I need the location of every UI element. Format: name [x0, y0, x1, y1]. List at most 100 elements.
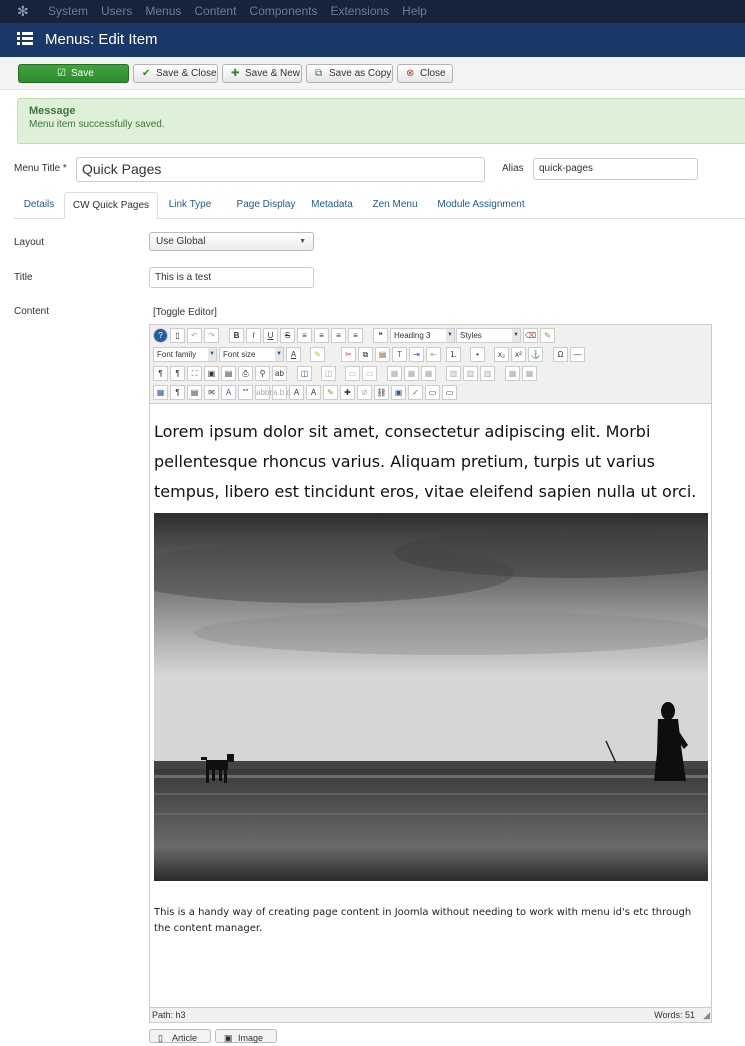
spellcheck-icon[interactable]: A: [221, 385, 236, 400]
spell-check-icon[interactable]: ✓: [408, 385, 423, 400]
close-button[interactable]: ⊗ Close: [397, 64, 453, 83]
toggle-editor-link[interactable]: [Toggle Editor]: [153, 307, 217, 318]
italic-icon[interactable]: I: [246, 328, 261, 343]
move-backward-icon[interactable]: ▭: [362, 366, 377, 381]
cleanup-broom-icon[interactable]: ✎: [540, 328, 555, 343]
table-row-before-icon[interactable]: ▦: [387, 366, 402, 381]
title-input[interactable]: This is a test: [149, 267, 314, 288]
editor-body-paragraph[interactable]: This is a handy way of creating page con…: [154, 905, 706, 937]
highlight-color-icon[interactable]: ✎: [310, 347, 325, 362]
align-center-icon[interactable]: ≡: [314, 328, 329, 343]
underline-icon[interactable]: U: [263, 328, 278, 343]
save-as-copy-button[interactable]: ⧉ Save as Copy: [306, 64, 393, 83]
insert-media-icon[interactable]: ✉: [204, 385, 219, 400]
joomla-logo-icon[interactable]: ✻: [17, 4, 31, 18]
unordered-list-icon[interactable]: •: [470, 347, 485, 362]
layer-style-icon[interactable]: ◫: [321, 366, 336, 381]
attributes-icon[interactable]: ✎: [323, 385, 338, 400]
table-merge-icon[interactable]: ▦: [505, 366, 520, 381]
ordered-list-icon[interactable]: ⒈: [446, 347, 461, 362]
ltr-icon[interactable]: ¶: [153, 366, 168, 381]
cut-icon[interactable]: ✂: [341, 347, 356, 362]
visual-chars-icon[interactable]: ¶: [170, 385, 185, 400]
bold-icon[interactable]: B: [229, 328, 244, 343]
insert-layer-icon[interactable]: ◫: [297, 366, 312, 381]
cite-icon[interactable]: “”: [238, 385, 253, 400]
help-icon[interactable]: ?: [153, 328, 168, 343]
tab-metadata[interactable]: Metadata: [307, 192, 357, 219]
eraser-icon[interactable]: ⌫: [523, 328, 538, 343]
align-left-icon[interactable]: ≡: [297, 328, 312, 343]
replace-icon[interactable]: ab: [272, 366, 287, 381]
template-icon[interactable]: ▤: [221, 366, 236, 381]
font-size-select[interactable]: Font size ▼: [219, 347, 284, 362]
heading-select[interactable]: Heading 3 ▼: [390, 328, 455, 343]
menu-extensions[interactable]: Extensions: [330, 0, 389, 23]
styles-select[interactable]: Styles ▼: [456, 328, 521, 343]
subscript-icon[interactable]: x₂: [494, 347, 509, 362]
text-color-icon[interactable]: A: [286, 347, 301, 362]
special-character-icon[interactable]: Ω: [553, 347, 568, 362]
undo-icon[interactable]: ↶: [187, 328, 202, 343]
readmore-icon[interactable]: ▭: [442, 385, 457, 400]
image-button[interactable]: ▣ Image: [215, 1029, 277, 1043]
link-icon[interactable]: ⛓: [374, 385, 389, 400]
font-family-select[interactable]: Font family ▼: [153, 347, 217, 362]
image-icon[interactable]: ▣: [391, 385, 406, 400]
align-justify-icon[interactable]: ≡: [348, 328, 363, 343]
alias-input[interactable]: quick-pages: [533, 158, 698, 180]
horizontal-rule-icon[interactable]: —: [570, 347, 585, 362]
unlink-icon[interactable]: ⊘: [357, 385, 372, 400]
article-button[interactable]: ▯ Article: [149, 1029, 211, 1043]
fullscreen-icon[interactable]: ⛶: [187, 366, 202, 381]
nonbreaking-icon[interactable]: ▤: [187, 385, 202, 400]
save-button[interactable]: ☑ Save: [18, 64, 129, 83]
menu-users[interactable]: Users: [101, 0, 132, 23]
tab-cw-quick-pages[interactable]: CW Quick Pages: [64, 192, 158, 219]
print-icon[interactable]: ⎙: [238, 366, 253, 381]
table-col-before-icon[interactable]: ▥: [446, 366, 461, 381]
tab-zen-menu[interactable]: Zen Menu: [368, 192, 422, 219]
indent-icon[interactable]: ⇥: [409, 347, 424, 362]
table-icon[interactable]: ▦: [153, 385, 168, 400]
beach-photo-image[interactable]: [154, 513, 708, 881]
style-props-icon[interactable]: ✚: [340, 385, 355, 400]
move-forward-icon[interactable]: ▭: [345, 366, 360, 381]
preview-icon[interactable]: ▣: [204, 366, 219, 381]
table-split-icon[interactable]: ▦: [522, 366, 537, 381]
insert-text-icon[interactable]: A: [306, 385, 321, 400]
menu-help[interactable]: Help: [402, 0, 427, 23]
superscript-icon[interactable]: x²: [511, 347, 526, 362]
abbr-icon[interactable]: abbr: [255, 385, 272, 400]
tab-page-display[interactable]: Page Display: [224, 192, 308, 219]
search-replace-icon[interactable]: ⚲: [255, 366, 270, 381]
delete-text-icon[interactable]: A: [289, 385, 304, 400]
outdent-icon[interactable]: ⇤: [426, 347, 441, 362]
editor-heading-paragraph[interactable]: Lorem ipsum dolor sit amet, consectetur …: [154, 417, 704, 507]
tab-details[interactable]: Details: [14, 192, 64, 219]
menu-title-input[interactable]: Quick Pages: [76, 157, 485, 182]
redo-icon[interactable]: ↷: [204, 328, 219, 343]
tab-module-assignment[interactable]: Module Assignment: [433, 192, 529, 219]
menu-system[interactable]: System: [48, 0, 88, 23]
acronym-icon[interactable]: a.b.c: [272, 385, 290, 400]
paste-icon[interactable]: ▤: [375, 347, 390, 362]
anchor-icon[interactable]: ⚓: [528, 347, 543, 362]
blockquote-icon[interactable]: ❝: [373, 328, 388, 343]
save-close-button[interactable]: ✔ Save & Close: [133, 64, 218, 83]
save-new-button[interactable]: ✚ Save & New: [222, 64, 302, 83]
table-col-after-icon[interactable]: ▥: [463, 366, 478, 381]
copy-icon[interactable]: ⧉: [358, 347, 373, 362]
align-right-icon[interactable]: ≡: [331, 328, 346, 343]
rtl-icon[interactable]: ¶: [170, 366, 185, 381]
menu-menus[interactable]: Menus: [145, 0, 181, 23]
table-delete-row-icon[interactable]: ▦: [421, 366, 436, 381]
new-document-icon[interactable]: ▯: [170, 328, 185, 343]
table-row-after-icon[interactable]: ▦: [404, 366, 419, 381]
layout-select[interactable]: Use Global ▼: [149, 232, 314, 251]
resize-handle-icon[interactable]: ◢: [703, 1008, 710, 1022]
menu-content[interactable]: Content: [194, 0, 236, 23]
strikethrough-icon[interactable]: S: [280, 328, 295, 343]
menu-components[interactable]: Components: [249, 0, 317, 23]
page-break-icon[interactable]: ▭: [425, 385, 440, 400]
